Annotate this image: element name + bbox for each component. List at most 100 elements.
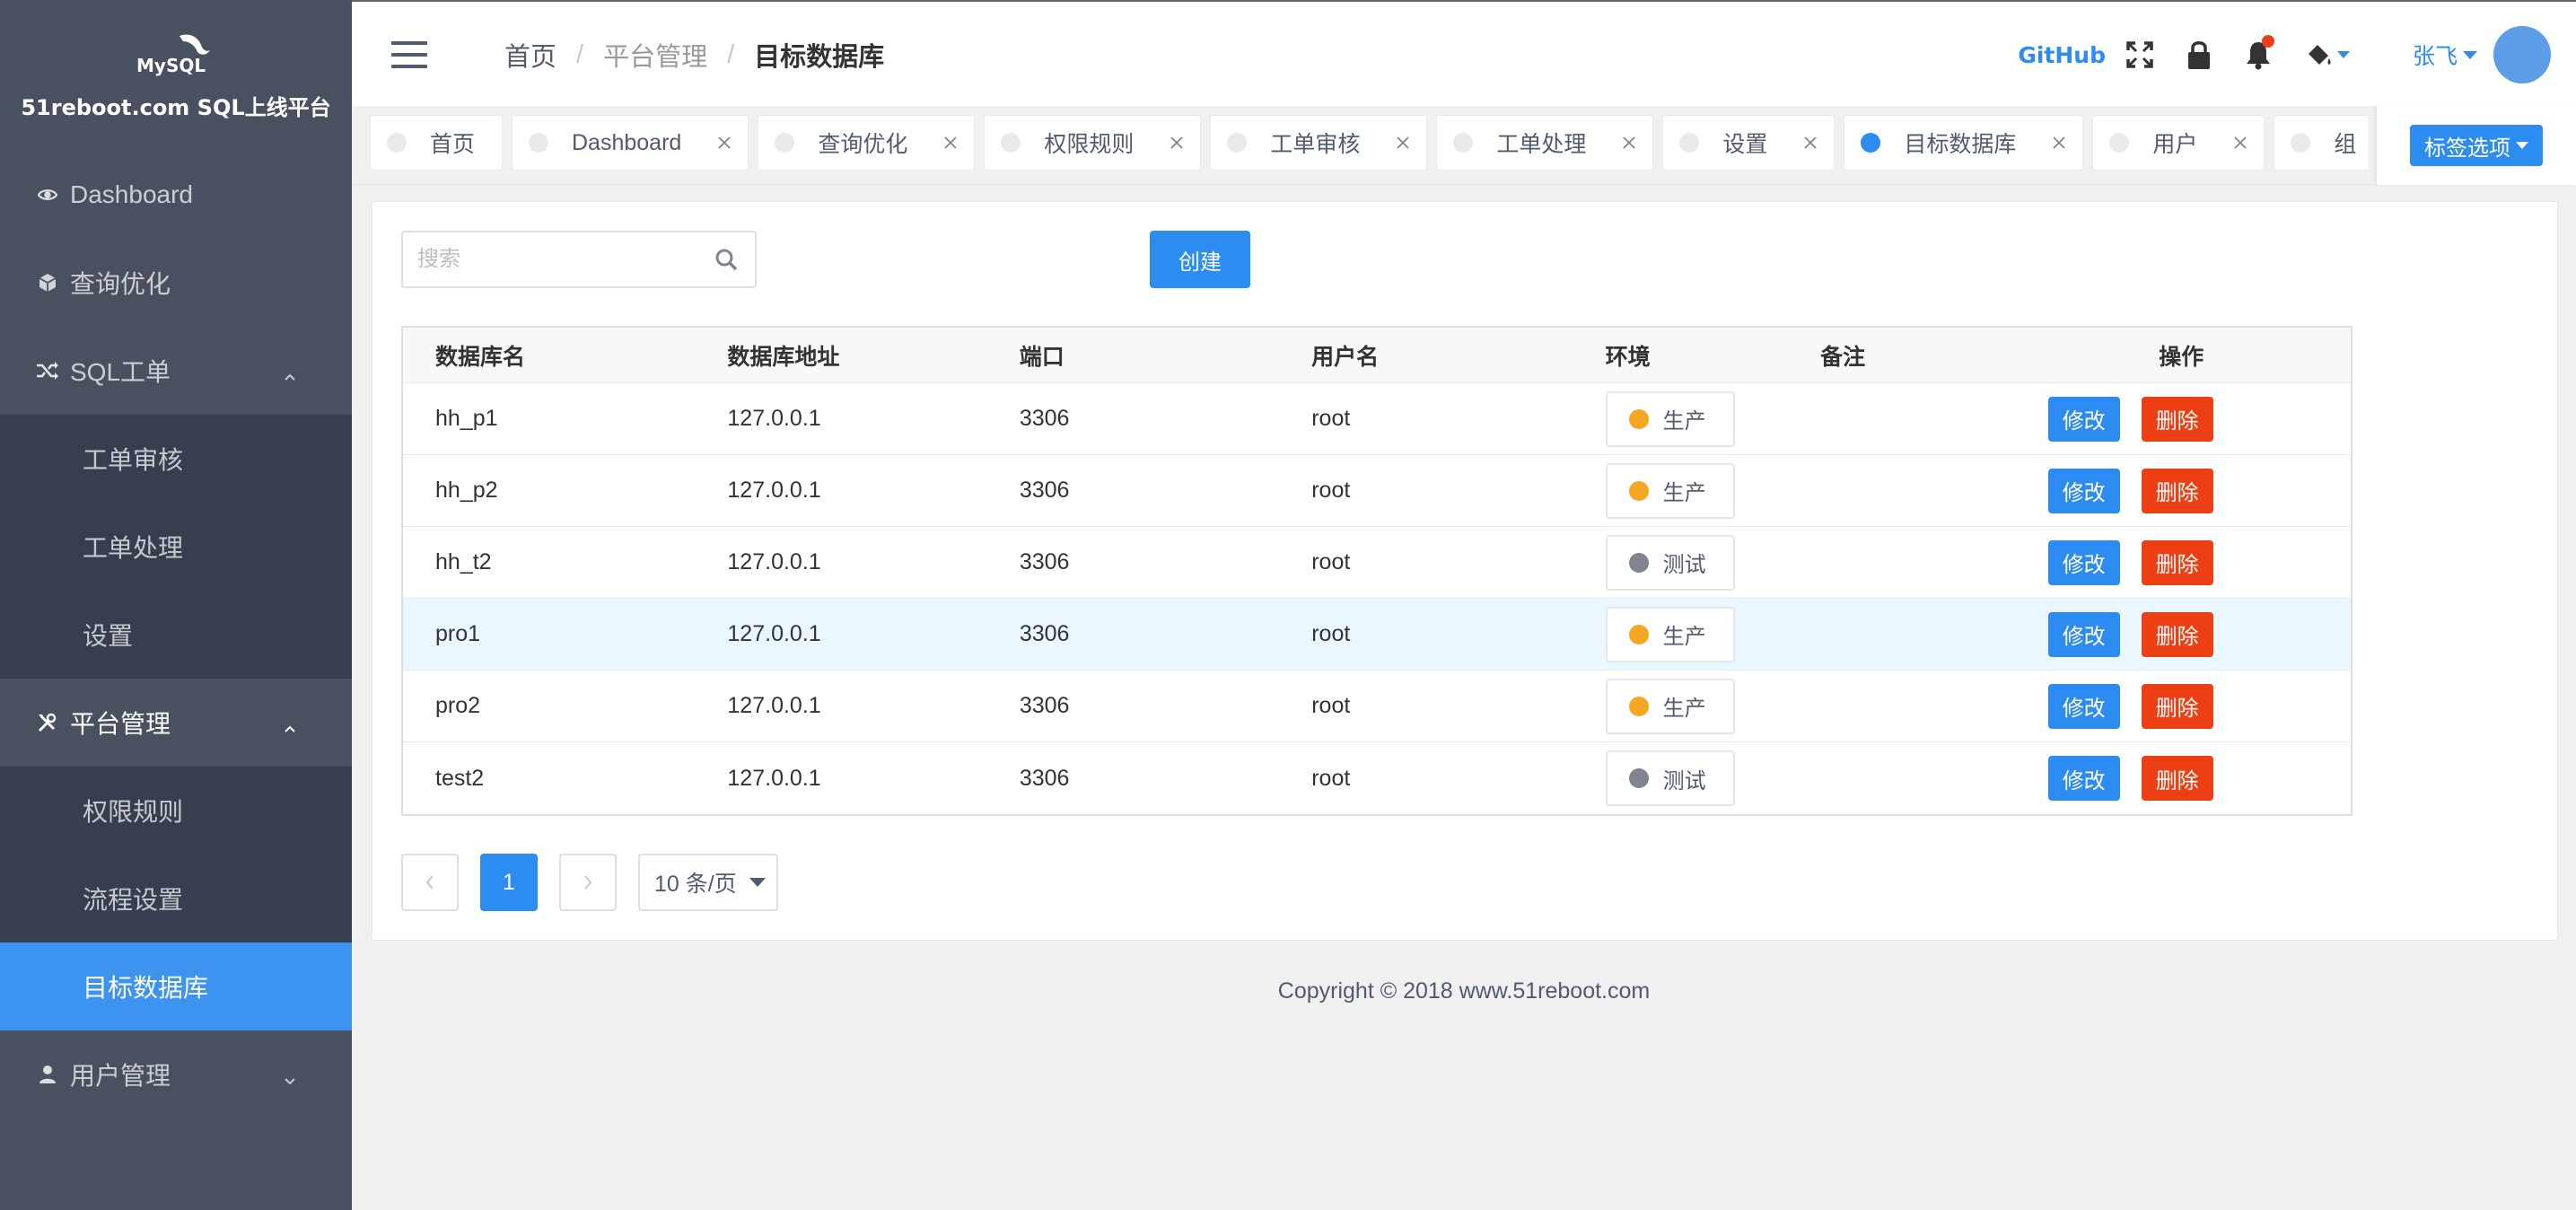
tag-home[interactable]: 首页 [370, 115, 503, 171]
tag-settings[interactable]: 设置 [1662, 115, 1836, 171]
delete-button[interactable]: 删除 [2141, 683, 2213, 729]
sidebar-item-workflow-settings[interactable]: 流程设置 [0, 855, 352, 943]
tag-options-label: 标签选项 [2424, 136, 2510, 161]
edit-button[interactable]: 修改 [2047, 756, 2120, 801]
env-label: 测试 [1662, 553, 1706, 577]
breadcrumb-current: 目标数据库 [754, 43, 885, 72]
caret-down-icon [2516, 142, 2528, 149]
env-badge[interactable]: 生产 [1605, 678, 1735, 734]
edit-button[interactable]: 修改 [2047, 539, 2120, 585]
sidebar-item-dashboard[interactable]: Dashboard [0, 151, 352, 239]
prev-page-button[interactable] [401, 854, 459, 911]
close-icon[interactable] [1803, 136, 1818, 150]
env-dot [1628, 552, 1649, 573]
page-size-select[interactable]: 10 条/页 [638, 854, 778, 911]
close-icon[interactable] [1396, 136, 1410, 150]
column-header[interactable]: 备注 [1788, 339, 2047, 372]
table-row[interactable]: hh_t2 127.0.0.1 3306 root 测试 修改 删除 [403, 527, 2351, 599]
cell-db-port: 3306 [1019, 765, 1070, 791]
theme-paint-icon[interactable] [2301, 39, 2353, 71]
sidebar-item-sql-tickets[interactable]: SQL工单 [0, 327, 352, 415]
delete-button[interactable]: 删除 [2141, 611, 2213, 657]
tag-permission-rules[interactable]: 权限规则 [984, 115, 1202, 171]
env-badge[interactable]: 生产 [1605, 606, 1735, 662]
menu-toggle-icon[interactable] [391, 41, 427, 68]
tag-dot [1679, 133, 1700, 153]
lock-icon[interactable] [2183, 39, 2215, 71]
cell-db-user: root [1311, 693, 1351, 718]
env-label: 生产 [1662, 409, 1706, 434]
person-icon [34, 1061, 61, 1088]
env-badge[interactable]: 测试 [1605, 750, 1735, 806]
delete-button[interactable]: 删除 [2141, 396, 2213, 442]
close-icon[interactable] [2233, 136, 2247, 150]
tag-options-area: 标签选项 [2377, 106, 2576, 185]
sidebar-item-platform-admin[interactable]: 平台管理 [0, 679, 352, 767]
close-icon[interactable] [717, 136, 732, 150]
column-header[interactable]: 端口 [987, 339, 1279, 372]
sidebar-item-settings[interactable]: 设置 [0, 591, 352, 679]
tag-users[interactable]: 用户 [2092, 115, 2265, 171]
sidebar-item-ticket-process[interactable]: 工单处理 [0, 503, 352, 591]
cell-db-host: 127.0.0.1 [727, 693, 821, 718]
env-dot [1628, 624, 1649, 644]
search-input[interactable] [403, 232, 714, 286]
delete-button[interactable]: 删除 [2141, 539, 2213, 585]
edit-button[interactable]: 修改 [2047, 683, 2120, 729]
avatar[interactable] [2493, 26, 2551, 83]
footer-copyright: Copyright © 2018 www.51reboot.com [1277, 978, 1651, 1004]
cell-actions: 修改 删除 [2047, 468, 2351, 513]
column-header[interactable]: 数据库名 [403, 339, 695, 372]
mysql-logo: MySQL [136, 34, 210, 76]
sidebar-item-query-optimize[interactable]: 查询优化 [0, 239, 352, 327]
delete-button[interactable]: 删除 [2141, 468, 2213, 513]
tag-target-database[interactable]: 目标数据库 [1844, 115, 2084, 171]
table-row[interactable]: hh_p2 127.0.0.1 3306 root 生产 修改 删除 [403, 455, 2351, 527]
sidebar-item-target-database[interactable]: 目标数据库 [0, 943, 352, 1030]
tag-dashboard[interactable]: Dashboard [512, 115, 749, 171]
env-badge[interactable]: 测试 [1605, 534, 1735, 591]
breadcrumb-home[interactable]: 首页 [504, 36, 556, 74]
edit-button[interactable]: 修改 [2047, 468, 2120, 513]
sidebar-item-permission-rules[interactable]: 权限规则 [0, 767, 352, 855]
cell-env: 生产 [1573, 678, 1789, 734]
env-badge[interactable]: 生产 [1605, 390, 1735, 447]
env-label: 生产 [1662, 625, 1706, 649]
cell-db-host: 127.0.0.1 [727, 478, 821, 503]
table-row[interactable]: pro2 127.0.0.1 3306 root 生产 修改 删除 [403, 671, 2351, 742]
env-badge[interactable]: 生产 [1605, 462, 1735, 519]
tag-options-button[interactable]: 标签选项 [2410, 125, 2543, 166]
fullscreen-icon[interactable] [2124, 39, 2156, 71]
bell-icon[interactable] [2242, 35, 2274, 71]
close-icon[interactable] [943, 136, 958, 150]
breadcrumb-platform-admin[interactable]: 平台管理 [603, 36, 707, 74]
table-row[interactable]: hh_p1 127.0.0.1 3306 root 生产 修改 删除 [403, 383, 2351, 455]
edit-button[interactable]: 修改 [2047, 396, 2120, 442]
chevron-right-icon [584, 875, 592, 890]
table-row[interactable]: pro1 127.0.0.1 3306 root 生产 修改 删除 [403, 599, 2351, 671]
tag-ticket-process[interactable]: 工单处理 [1436, 115, 1654, 171]
close-icon[interactable] [1622, 136, 1636, 150]
column-header[interactable]: 环境 [1573, 339, 1789, 372]
close-icon[interactable] [1170, 136, 1184, 150]
column-header[interactable]: 数据库地址 [695, 339, 986, 372]
search-icon[interactable] [714, 247, 739, 272]
column-header[interactable]: 用户名 [1279, 339, 1573, 372]
tag-query-optimize[interactable]: 查询优化 [758, 115, 976, 171]
create-button[interactable]: 创建 [1150, 231, 1250, 288]
user-menu[interactable]: 张飞 [2413, 39, 2477, 71]
tag-groups[interactable]: 组 [2274, 115, 2368, 171]
env-dot [1628, 408, 1649, 429]
tag-ticket-review[interactable]: 工单审核 [1210, 115, 1428, 171]
sidebar-item-user-management[interactable]: 用户管理 [0, 1030, 352, 1118]
delete-button[interactable]: 删除 [2141, 756, 2213, 801]
sidebar-item-ticket-review[interactable]: 工单审核 [0, 415, 352, 503]
next-page-button[interactable] [559, 854, 617, 911]
page-number-button[interactable]: 1 [480, 854, 538, 911]
header-actions: GitHub 张飞 [2018, 2, 2576, 108]
edit-button[interactable]: 修改 [2047, 611, 2120, 657]
close-icon[interactable] [2052, 136, 2066, 150]
table-row[interactable]: test2 127.0.0.1 3306 root 测试 修改 删除 [403, 742, 2351, 814]
github-link[interactable]: GitHub [2018, 42, 2106, 68]
search-box [401, 231, 757, 288]
